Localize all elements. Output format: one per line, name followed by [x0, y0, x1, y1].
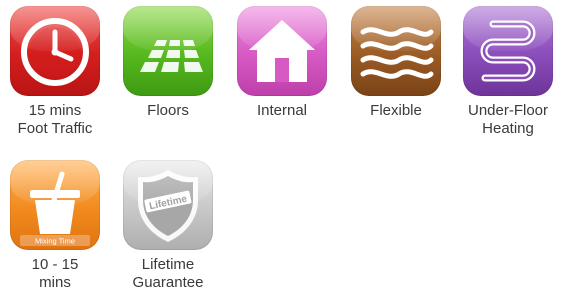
clock-tile [10, 6, 100, 96]
mixing-tile: Mixing Time [10, 160, 100, 250]
floor-tiles-icon [140, 40, 203, 72]
clock-icon [21, 18, 89, 86]
mixing-bucket-icon: Mixing Time [20, 171, 90, 246]
heating-coil-icon [480, 20, 536, 82]
heating-tile [463, 6, 553, 96]
internal-tile [237, 6, 327, 96]
feature-caption: 10 - 15 mins [31, 256, 79, 291]
flexible-tile [351, 6, 441, 96]
feature-caption: Under-Floor Heating [467, 102, 549, 137]
feature-foot-traffic: 15 mins Foot Traffic [0, 6, 110, 138]
feature-caption: Flexible [370, 102, 422, 119]
feature-caption: 15 mins Foot Traffic [17, 102, 93, 137]
feature-caption: Internal [256, 102, 308, 119]
feature-caption: Floors [147, 102, 189, 119]
feature-floors: Floors [113, 6, 223, 120]
feature-mixing-time: Mixing Time 10 - 15 mins [0, 160, 110, 292]
house-icon [249, 20, 315, 82]
feature-caption: Lifetime Guarantee [132, 256, 204, 291]
mixing-time-label: Mixing Time [35, 237, 75, 246]
feature-flexible: Flexible [341, 6, 451, 120]
feature-underfloor-heating: Under-Floor Heating [453, 6, 563, 138]
guarantee-tile: Lifetime [123, 160, 213, 250]
floors-tile [123, 6, 213, 96]
wavy-lines-icon [360, 27, 434, 79]
feature-lifetime-guarantee: Lifetime Lifetime Guarantee [113, 160, 223, 292]
shield-icon: Lifetime [138, 170, 198, 242]
feature-internal: Internal [227, 6, 337, 120]
